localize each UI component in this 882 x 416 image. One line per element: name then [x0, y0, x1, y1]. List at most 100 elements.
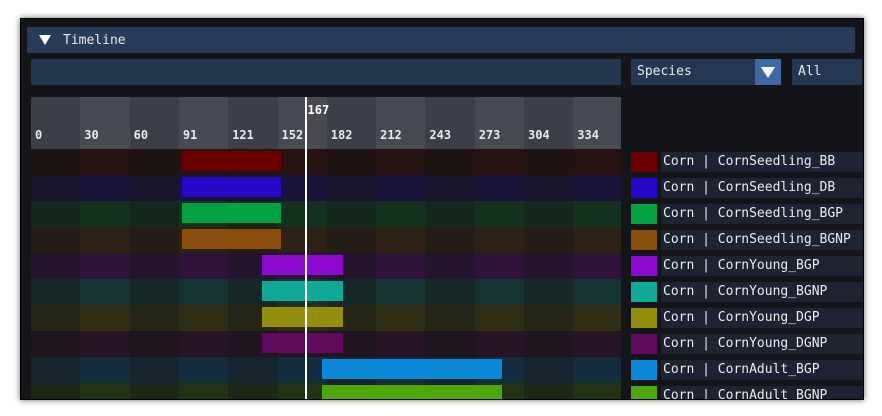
- track-cell: [474, 253, 525, 279]
- track-cell: [376, 253, 427, 279]
- track-cell: [573, 331, 621, 357]
- track-cell: [573, 253, 621, 279]
- track-bar[interactable]: [182, 177, 282, 197]
- track-cell: [178, 383, 230, 399]
- track-row[interactable]: [31, 149, 621, 175]
- track-cell: [474, 279, 525, 305]
- legend-label: Corn | CornSeedling_BB: [661, 152, 863, 172]
- track-cell: [31, 175, 82, 201]
- collapse-triangle-icon[interactable]: [39, 35, 51, 45]
- track-cell: [129, 201, 180, 227]
- track-cell: [277, 149, 328, 175]
- track-row[interactable]: [31, 331, 621, 357]
- track-row[interactable]: [31, 201, 621, 227]
- track-cell: [129, 279, 180, 305]
- legend-item[interactable]: Corn | CornAdult_BGNP: [631, 383, 863, 399]
- track-cell: [524, 175, 575, 201]
- track-cell: [376, 305, 427, 331]
- tick-label: 304: [528, 128, 550, 142]
- track-row[interactable]: [31, 253, 621, 279]
- track-cell: [573, 357, 621, 383]
- track-cell: [524, 383, 575, 399]
- window-title: Timeline: [63, 32, 126, 48]
- track-cell: [31, 279, 82, 305]
- legend-item[interactable]: Corn | CornYoung_DGP: [631, 305, 863, 331]
- track-bar[interactable]: [261, 307, 343, 327]
- tick-label: 91: [182, 128, 198, 142]
- tick-label: 273: [478, 128, 501, 142]
- track-area[interactable]: [31, 149, 621, 399]
- tick-label: 182: [330, 128, 353, 142]
- track-cell: [376, 149, 427, 175]
- legend-item[interactable]: Corn | CornSeedling_BGNP: [631, 227, 863, 253]
- track-cell: [80, 357, 131, 383]
- track-cell: [80, 227, 131, 253]
- title-bar[interactable]: Timeline: [27, 27, 855, 53]
- track-bar[interactable]: [261, 281, 343, 301]
- track-bar[interactable]: [321, 385, 502, 399]
- track-cell: [80, 279, 131, 305]
- track-bar[interactable]: [182, 229, 282, 249]
- legend-item[interactable]: Corn | CornYoung_BGNP: [631, 279, 863, 305]
- dropdown-arrow-icon[interactable]: [755, 59, 781, 85]
- track-cell: [326, 201, 378, 227]
- legend-label: Corn | CornAdult_BGP: [661, 360, 863, 380]
- track-cell: [425, 149, 476, 175]
- track-cell: [326, 149, 378, 175]
- track-cell: [376, 279, 427, 305]
- track-cell: [228, 357, 279, 383]
- track-cell: [129, 175, 180, 201]
- track-row[interactable]: [31, 357, 621, 383]
- filter-dropdown[interactable]: All: [792, 59, 862, 85]
- legend-item[interactable]: Corn | CornAdult_BGP: [631, 357, 863, 383]
- track-cell: [326, 175, 378, 201]
- track-bar[interactable]: [261, 333, 343, 353]
- track-cell: [277, 227, 328, 253]
- track-cell: [376, 175, 427, 201]
- track-cell: [129, 149, 180, 175]
- track-row[interactable]: [31, 279, 621, 305]
- legend-item[interactable]: Corn | CornYoung_DGNP: [631, 331, 863, 357]
- legend-swatch: [631, 152, 657, 172]
- track-cell: [129, 383, 180, 399]
- playhead-line[interactable]: [304, 97, 307, 399]
- track-cell: [425, 331, 476, 357]
- track-cell: [277, 357, 328, 383]
- tick-label: 60: [133, 128, 149, 142]
- legend-swatch: [631, 230, 657, 250]
- track-cell: [178, 279, 230, 305]
- track-cell: [425, 279, 476, 305]
- legend-item[interactable]: Corn | CornSeedling_BB: [631, 149, 863, 175]
- legend-item[interactable]: Corn | CornYoung_BGP: [631, 253, 863, 279]
- track-cell: [80, 175, 131, 201]
- track-cell: [31, 357, 82, 383]
- legend-item[interactable]: Corn | CornSeedling_DB: [631, 175, 863, 201]
- track-bar[interactable]: [321, 359, 502, 379]
- tick-label: 212: [380, 128, 402, 142]
- legend-label: Corn | CornSeedling_BGNP: [661, 230, 863, 250]
- track-cell: [573, 305, 621, 331]
- filter-input[interactable]: [31, 59, 621, 85]
- track-row[interactable]: [31, 175, 621, 201]
- track-bar[interactable]: [182, 151, 282, 171]
- track-cell: [31, 201, 82, 227]
- legend-swatch: [631, 308, 657, 328]
- track-cell: [524, 149, 575, 175]
- track-cell: [524, 357, 575, 383]
- track-bar[interactable]: [261, 255, 343, 275]
- track-bar[interactable]: [182, 203, 282, 223]
- track-cell: [573, 279, 621, 305]
- legend-swatch: [631, 204, 657, 224]
- tick-label: 30: [84, 128, 99, 142]
- tick-label: 0: [35, 128, 43, 142]
- legend-item[interactable]: Corn | CornSeedling_BGP: [631, 201, 863, 227]
- track-cell: [474, 149, 525, 175]
- species-dropdown[interactable]: Species: [631, 59, 781, 85]
- track-cell: [277, 201, 328, 227]
- tick-label: 243: [429, 128, 452, 142]
- track-cell: [425, 175, 476, 201]
- track-row[interactable]: [31, 305, 621, 331]
- track-row[interactable]: [31, 227, 621, 253]
- track-cell: [31, 227, 82, 253]
- track-row[interactable]: [31, 383, 621, 399]
